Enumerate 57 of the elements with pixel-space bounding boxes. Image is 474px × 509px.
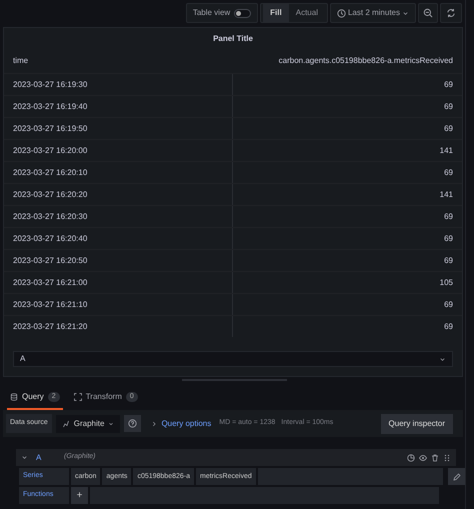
table-cell-text: 141 (438, 144, 454, 156)
table-cell: 2023-03-27 16:21:10 (13, 298, 88, 310)
help-button[interactable] (124, 415, 142, 432)
panel-title: Panel Title (212, 33, 254, 45)
zoom-out-icon (423, 8, 433, 18)
table-cell: 2023-03-27 16:20:10 (13, 166, 88, 178)
clock-icon (336, 8, 346, 18)
drag-handle-icon[interactable] (443, 454, 451, 462)
mode-option[interactable]: Actual (288, 4, 325, 22)
help-icon (128, 419, 138, 428)
frame-select[interactable]: A (13, 351, 453, 367)
table-cell-text: 69 (443, 254, 454, 266)
edit-button[interactable] (448, 468, 465, 485)
query-inspector-button[interactable]: Query inspector (380, 414, 453, 434)
refresh-icon (446, 8, 456, 18)
table-cell-text: 69 (443, 166, 454, 178)
column-header: time (13, 55, 28, 67)
zoom-out-button[interactable] (418, 3, 438, 23)
table-cell: 2023-03-27 16:21:00 (13, 276, 88, 288)
transform-icon (74, 393, 82, 401)
table-cell: 2023-03-27 16:20:30 (13, 210, 88, 222)
add-function-button[interactable]: + (71, 487, 88, 504)
query-name[interactable]: A (36, 452, 56, 464)
table-cell: 2023-03-27 16:20:20 (13, 188, 88, 200)
table-cell: 2023-03-27 16:19:30 (13, 78, 88, 90)
table-cell-text: 141 (438, 188, 454, 200)
database-icon (10, 393, 18, 401)
graphite-icon (62, 420, 70, 428)
table-cell: 2023-03-27 16:19:40 (13, 100, 88, 112)
data-source-select[interactable]: Graphite (56, 414, 120, 432)
chevron-icon (151, 420, 158, 426)
table-cell-text: 69 (443, 320, 454, 332)
caret-icon (402, 10, 409, 16)
table-cell: 2023-03-27 16:19:50 (13, 122, 88, 134)
table-cell: 2023-03-27 16:20:00 (13, 144, 88, 156)
table-cell-text: 69 (443, 122, 454, 134)
table-cell: 2023-03-27 16:21:20 (13, 320, 88, 332)
table-cell-text: 69 (443, 232, 454, 244)
caret-icon (439, 356, 446, 362)
mode-option[interactable]: Fill (263, 4, 289, 22)
column-header: carbon.agents.c05198bbe826-a.metricsReceived (278, 55, 453, 67)
caret-icon (108, 420, 114, 426)
query-options-link[interactable]: Query options (151, 418, 212, 430)
table-cell-text: 69 (443, 100, 454, 112)
table-view-toggle[interactable]: Table view (186, 3, 258, 23)
table-cell-text: 105 (438, 276, 454, 288)
table-cell: 2023-03-27 16:20:50 (13, 254, 88, 266)
refresh-button[interactable] (440, 3, 462, 23)
trash-icon[interactable] (431, 454, 439, 462)
table-cell-text: 69 (443, 298, 454, 310)
table-cell-text: 69 (443, 210, 454, 222)
table-cell: 2023-03-27 16:20:40 (13, 232, 88, 244)
time-range-picker[interactable]: Last 2 minutes (330, 3, 416, 23)
collapse-icon[interactable] (21, 454, 28, 461)
eye-icon[interactable] (419, 454, 427, 462)
table-cell-text: 69 (443, 78, 454, 90)
pencil-icon (452, 472, 460, 480)
